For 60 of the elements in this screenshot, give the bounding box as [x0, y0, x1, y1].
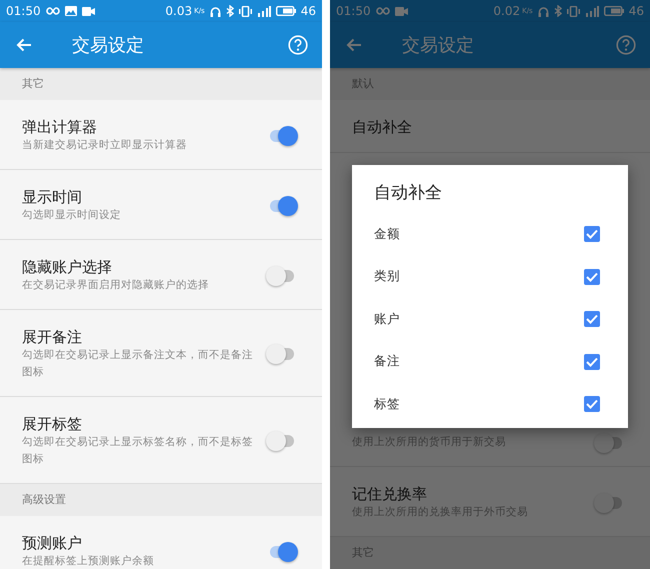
help-icon [288, 35, 308, 55]
screen-title: 交易设定 [402, 34, 474, 57]
setting-title: 展开标签 [22, 414, 83, 434]
section-header: 高级设置 [0, 484, 322, 516]
setting-description: 当新建交易记录时立即显示计算器 [22, 138, 188, 153]
headphones-icon [538, 6, 549, 16]
option-label[interactable]: 备注 [374, 353, 400, 370]
status-time: 01:50 [336, 4, 371, 18]
dialog-title: 自动补全 [373, 182, 443, 205]
bluetooth-icon [226, 5, 234, 17]
infinity-icon [376, 7, 390, 15]
infinity-icon [46, 7, 60, 15]
signal-icon [584, 6, 599, 16]
battery-icon [604, 6, 624, 16]
option-label[interactable]: 标签 [374, 396, 400, 413]
image-icon [64, 6, 77, 16]
setting-title: 预测账户 [22, 533, 83, 553]
setting-title: 记住兑换率 [352, 484, 428, 504]
setting-description: 在提醒标签上预测账户余额 [22, 554, 155, 569]
setting-title: 自动补全 [352, 117, 413, 137]
settings-row[interactable]: 隐藏账户选择 在交易记录界面启用对隐藏账户的选择 [0, 240, 322, 310]
vibrate-icon [566, 6, 580, 16]
option-label[interactable]: 类别 [374, 268, 400, 286]
status-time: 01:50 [6, 4, 41, 18]
setting-description: 勾选即在交易记录上显示标签名称，而不是标签图标 [22, 435, 254, 467]
bluetooth-icon [554, 5, 562, 17]
network-speed: 0.02 [493, 4, 520, 18]
video-camera-icon [82, 6, 95, 16]
battery-level: 46 [628, 4, 644, 18]
signal-icon [256, 6, 271, 16]
option-label[interactable]: 账户 [374, 310, 400, 328]
battery-level: 46 [300, 4, 316, 18]
headphones-icon [210, 6, 221, 16]
setting-description: 勾选即显示时间设定 [22, 208, 122, 223]
setting-title: 展开备注 [22, 327, 83, 347]
settings-row[interactable]: 显示时间 勾选即显示时间设定 [0, 170, 322, 240]
settings-row[interactable]: 自动补全 [330, 100, 650, 153]
settings-row[interactable]: 预测账户 在提醒标签上预测账户余额 [0, 516, 322, 569]
section-header: 其它 [0, 68, 322, 100]
video-camera-icon [394, 6, 408, 16]
settings-row[interactable]: 弹出计算器 当新建交易记录时立即显示计算器 [0, 100, 322, 170]
battery-icon [276, 6, 296, 16]
checkbox[interactable] [584, 311, 600, 328]
setting-title: 显示时间 [22, 187, 83, 207]
setting-title: 弹出计算器 [22, 117, 98, 137]
checkbox[interactable] [584, 396, 600, 412]
checkbox[interactable] [584, 268, 600, 285]
setting-description: 在交易记录界面启用对隐藏账户的选择 [22, 278, 210, 293]
setting-description: 勾选即在交易记录上显示备注文本，而不是备注图标 [22, 348, 254, 380]
help-icon [616, 35, 636, 55]
settings-row[interactable]: 展开备注 勾选即在交易记录上显示备注文本，而不是备注图标 [0, 310, 322, 397]
vibrate-icon [238, 6, 252, 16]
back-arrow-icon [346, 38, 362, 52]
back-arrow-icon [16, 38, 32, 52]
network-speed: 0.03 [165, 4, 192, 18]
setting-title: 隐藏账户选择 [22, 257, 113, 277]
checkbox[interactable] [584, 226, 600, 242]
option-label[interactable]: 金额 [374, 226, 400, 243]
checkbox[interactable] [584, 354, 600, 370]
screen-title: 交易设定 [72, 34, 144, 57]
